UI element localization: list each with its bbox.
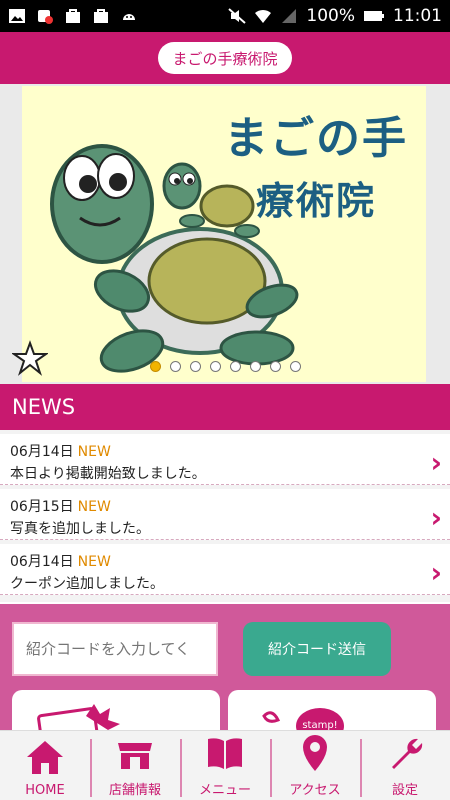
mute-icon [228, 8, 247, 24]
image-icon [9, 9, 25, 23]
news-date: 06月14日 [10, 444, 74, 460]
page-title: まごの手療術院 [158, 42, 292, 74]
chevron-right-icon: › [430, 501, 442, 534]
hero-image: まごの手 療術院 [22, 86, 426, 382]
carousel-dot[interactable] [190, 361, 201, 372]
referral-code-input[interactable] [12, 622, 218, 676]
news-date: 06月14日 [10, 554, 74, 570]
store-icon [118, 743, 152, 769]
news-text: 本日より掲載開始致しました。 [10, 466, 206, 482]
notification-icon [38, 10, 53, 24]
bottom-tab-bar: HOME 店舗情報 メニュー アクセス 設定 [0, 730, 450, 800]
send-referral-button[interactable]: 紹介コード送信 [243, 622, 391, 676]
news-item[interactable]: 06月14日 NEW クーポン追加しました。 › [0, 544, 450, 595]
chevron-right-icon: › [430, 556, 442, 589]
bag-icon [94, 9, 108, 23]
carousel-dot[interactable] [230, 361, 241, 372]
clock: 11:01 [393, 6, 442, 26]
news-list: 06月14日 NEW 本日より掲載開始致しました。 › 06月15日 NEW 写真を… [0, 430, 450, 602]
new-badge: NEW [77, 499, 111, 515]
map-pin-icon [303, 735, 327, 771]
news-text: クーポン追加しました。 [10, 576, 164, 592]
hero-logo-line1: まごの手 [224, 113, 408, 164]
tab-settings[interactable]: 設定 [360, 731, 450, 800]
tab-label: アクセス [289, 783, 341, 798]
tab-menu[interactable]: メニュー [180, 731, 270, 800]
app-header: まごの手療術院 [0, 32, 450, 84]
star-icon[interactable] [12, 340, 48, 376]
signal-icon [282, 9, 297, 23]
tab-label: 店舗情報 [108, 783, 161, 798]
hero-logo-text: まごの手 療術院 [224, 102, 408, 225]
android-icon [123, 14, 135, 20]
carousel-dot[interactable] [270, 361, 281, 372]
carousel-dot[interactable] [290, 361, 301, 372]
bag-icon [66, 9, 80, 23]
hero-logo-line2: 療術院 [255, 179, 376, 223]
referral-section: 紹介コード送信 stamp! [0, 604, 450, 740]
news-date: 06月15日 [10, 499, 74, 515]
battery-percent: 100% [306, 6, 355, 26]
home-icon [27, 741, 63, 774]
hero-carousel[interactable]: まごの手 療術院 [0, 84, 450, 384]
book-icon [208, 738, 242, 769]
new-badge: NEW [77, 554, 111, 570]
carousel-indicator [150, 361, 301, 372]
carousel-dot[interactable] [150, 361, 161, 372]
tab-access[interactable]: アクセス [270, 731, 360, 800]
wifi-icon [255, 9, 272, 23]
new-badge: NEW [77, 444, 111, 460]
chevron-right-icon: › [430, 446, 442, 479]
news-heading: NEWS [0, 384, 450, 430]
tab-store-info[interactable]: 店舗情報 [90, 731, 180, 800]
news-item[interactable]: 06月14日 NEW 本日より掲載開始致しました。 › [0, 434, 450, 485]
tab-label: HOME [25, 783, 65, 798]
status-bar: 100% 11:01 [0, 0, 450, 32]
tab-home[interactable]: HOME [0, 731, 90, 800]
news-item[interactable]: 06月15日 NEW 写真を追加しました。 › [0, 489, 450, 540]
news-text: 写真を追加しました。 [10, 521, 150, 537]
battery-icon [364, 11, 384, 21]
carousel-dot[interactable] [170, 361, 181, 372]
tab-label: メニュー [198, 783, 251, 798]
carousel-dot[interactable] [250, 361, 261, 372]
carousel-dot[interactable] [210, 361, 221, 372]
tab-label: 設定 [391, 783, 418, 798]
wrench-icon [392, 738, 423, 769]
